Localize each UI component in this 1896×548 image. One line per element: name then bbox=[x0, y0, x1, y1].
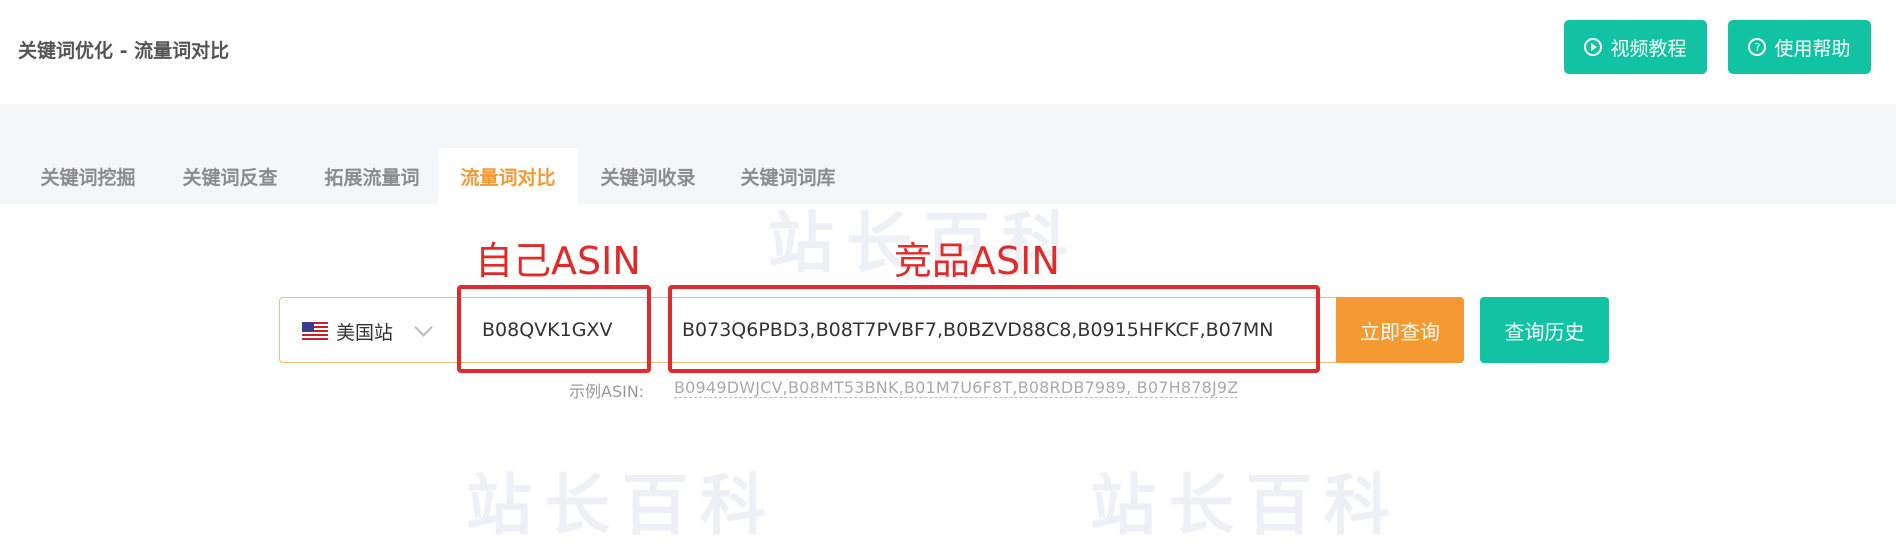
tab-expand-traffic-words[interactable]: 拓展流量词 bbox=[306, 148, 438, 204]
own-asin-annotation: 自己ASIN bbox=[475, 239, 641, 283]
watermark-logo: 站长百科 bbox=[466, 467, 778, 544]
country-label: 美国站 bbox=[336, 321, 394, 344]
own-asin-highlight bbox=[457, 285, 651, 373]
tab-keyword-mining[interactable]: 关键词挖掘 bbox=[22, 148, 154, 204]
play-circle-icon bbox=[1584, 38, 1603, 56]
example-asin-link[interactable]: B0949DWJCV,B08MT53BNK,B01M7U6F8T,B08RDB7… bbox=[674, 378, 1239, 398]
us-flag-icon bbox=[302, 322, 328, 340]
query-button[interactable]: 立即查询 bbox=[1336, 297, 1464, 363]
tab-keyword-reverse[interactable]: 关键词反查 bbox=[164, 148, 296, 204]
video-tutorial-label: 视频教程 bbox=[1610, 37, 1687, 60]
example-label: 示例ASIN: bbox=[569, 382, 645, 401]
question-circle-icon: ? bbox=[1748, 38, 1767, 56]
competitor-asin-highlight bbox=[668, 285, 1320, 373]
page-header: 关键词优化 - 流量词对比 视频教程 ? 使用帮助 bbox=[0, 0, 1896, 104]
chevron-down-icon bbox=[414, 317, 433, 337]
help-label: 使用帮助 bbox=[1774, 37, 1851, 60]
watermark-logo: 站长百科 bbox=[1090, 467, 1402, 544]
help-button[interactable]: ? 使用帮助 bbox=[1728, 20, 1871, 74]
video-tutorial-button[interactable]: 视频教程 bbox=[1564, 20, 1707, 74]
query-history-button[interactable]: 查询历史 bbox=[1480, 297, 1609, 363]
tab-traffic-compare[interactable]: 流量词对比 bbox=[438, 148, 578, 204]
page-title: 关键词优化 - 流量词对比 bbox=[18, 40, 230, 62]
tab-bar: 关键词挖掘 关键词反查 拓展流量词 流量词对比 关键词收录 关键词词库 bbox=[0, 104, 1896, 204]
country-select[interactable]: 美国站 bbox=[302, 317, 433, 344]
tab-keyword-indexing[interactable]: 关键词收录 bbox=[582, 148, 714, 204]
competitor-asin-annotation: 竞品ASIN bbox=[894, 239, 1060, 283]
